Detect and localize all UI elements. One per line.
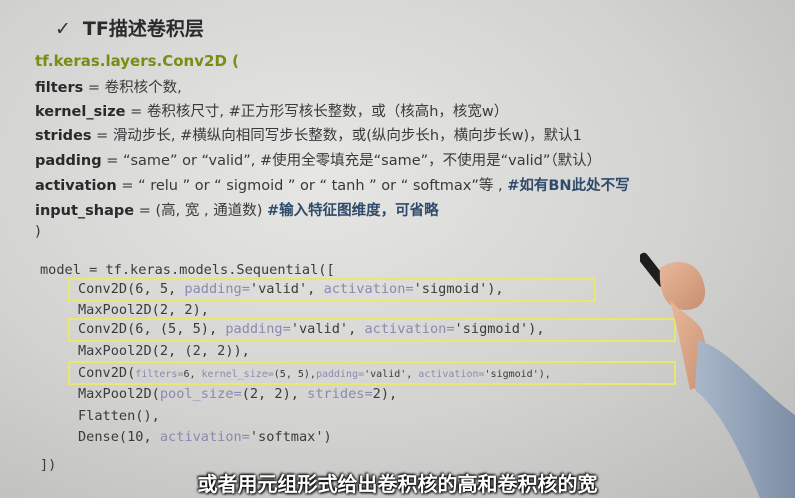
slide-title: ✓ TF描述卷积层: [55, 14, 204, 41]
code-line-7: MaxPool2D(pool_size=(2, 2), strides=2),: [78, 386, 398, 402]
param-input-shape: input_shape = (高, 宽 , 通道数) #输入特征图维度，可省略: [35, 203, 439, 219]
code-line-5: MaxPool2D(2, (2, 2)),: [78, 343, 250, 359]
param-activation: activation = “ relu ” or “ sigmoid ” or …: [35, 178, 630, 194]
code-line-1: model = tf.keras.models.Sequential([: [40, 262, 335, 278]
close-paren: ): [35, 224, 41, 240]
code-line-6: Conv2D(filters=6, kernel_size=(5, 5),pad…: [78, 365, 551, 381]
slide: ✓ TF描述卷积层 tf.keras.layers.Conv2D ( filter…: [0, 0, 795, 498]
code-line-8: Flatten(),: [78, 408, 160, 424]
subtitle-caption: 或者用元组形式给出卷积核的高和卷积核的宽: [197, 472, 598, 496]
checkmark-icon: ✓: [55, 18, 71, 40]
param-kernel-size: kernel_size = 卷积核尺寸, #正方形写核长整数，或（核高h，核宽w…: [35, 104, 509, 120]
presenter-hand-with-pointer: [640, 252, 795, 498]
code-line-2: Conv2D(6, 5, padding='valid', activation…: [78, 281, 504, 297]
conv2d-signature: tf.keras.layers.Conv2D (: [35, 52, 239, 70]
code-line-9: Dense(10, activation='softmax'): [78, 429, 332, 445]
param-padding: padding = “same” or “valid”, #使用全零填充是“sa…: [35, 153, 602, 169]
title-text: TF描述卷积层: [82, 18, 204, 40]
param-filters: filters = 卷积核个数,: [35, 80, 182, 96]
code-line-4: Conv2D(6, (5, 5), padding='valid', activ…: [78, 321, 545, 337]
code-line-3: MaxPool2D(2, 2),: [78, 302, 209, 318]
param-strides: strides = 滑动步长, #横纵向相同写步长整数，或(纵向步长h，横向步长…: [35, 128, 582, 144]
